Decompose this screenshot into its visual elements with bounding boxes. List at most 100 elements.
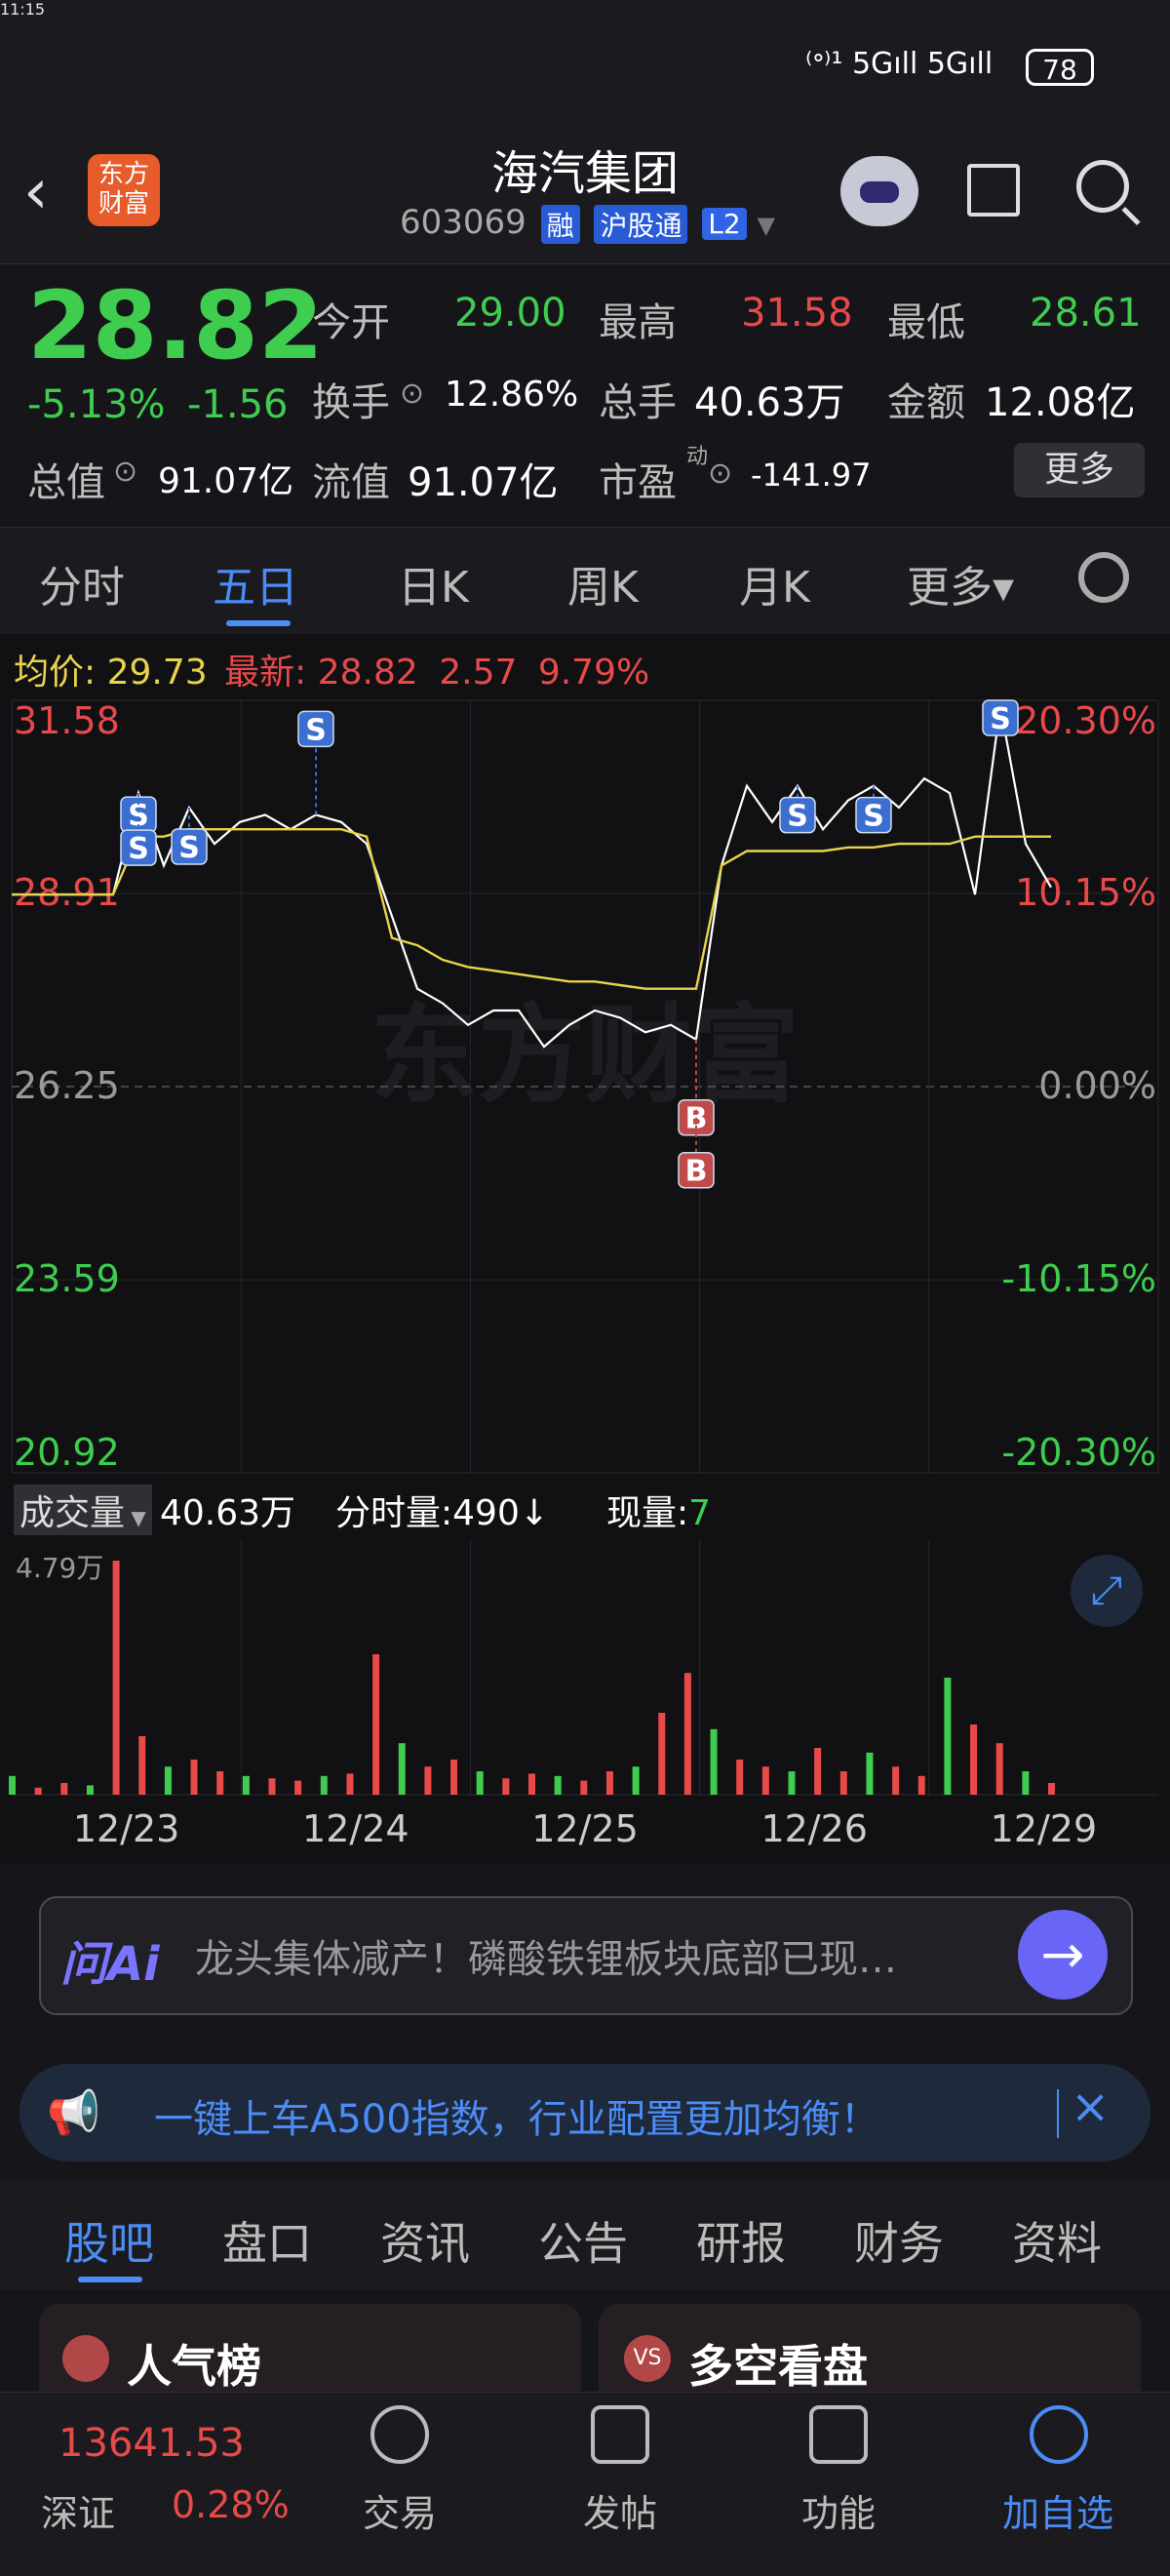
tab-daily-k[interactable]: 日K [398,552,469,614]
grid-icon[interactable] [809,2405,868,2464]
turnover-value: 12.86% [445,375,579,415]
expand-icon[interactable]: ⤢ [1071,1555,1143,1627]
volume-bar [346,1773,354,1795]
nav-post[interactable]: 发帖 [583,2483,657,2537]
vs-icon: VS [624,2335,671,2382]
high-value: 31.58 [741,291,853,336]
tab-guba[interactable]: 股吧 [64,2208,154,2273]
marker-label: S [990,702,1011,736]
volume-bar [86,1785,94,1795]
popularity-title[interactable]: 人气榜 [127,2331,261,2396]
volume-label: 成交量 [20,1493,126,1533]
tab-monthly-k[interactable]: 月K [739,552,810,614]
low-value: 28.61 [1030,291,1142,336]
tab-research[interactable]: 研报 [696,2208,786,2273]
info-icon[interactable]: ⊙ [113,455,137,489]
marker-label: S [128,832,149,866]
more-button[interactable]: 更多 [1014,443,1145,497]
y-tick-left: 26.25 [14,1064,120,1107]
current-price: 28.82 [27,271,324,380]
arrow-right-icon[interactable]: → [1018,1910,1108,2000]
volume-bar [632,1766,640,1795]
volume-bar [450,1760,458,1795]
share-icon[interactable] [967,164,1020,217]
nav-add-watchlist[interactable]: 加自选 [1002,2483,1113,2537]
now-label: 现量: [606,1493,689,1533]
banner-text[interactable]: 一键上车A500指数，行业配置更加均衡！ [154,2087,879,2144]
battery-icon: 78 [1026,49,1094,86]
y-tick-right: 0.00% [1038,1064,1156,1107]
watermark: 东方财富 [370,993,800,1118]
low-label: 最低 [887,300,965,345]
search-icon[interactable] [1076,160,1129,213]
tab-announcements[interactable]: 公告 [538,2208,628,2273]
trade-icon[interactable] [370,2405,429,2464]
status-bar [0,0,1170,137]
volume-bar [1048,1783,1055,1795]
five-day-chart[interactable]: 东方财富 31.58 20.30% 28.91 10.15% 26.25 0.00% 23.… [0,683,1170,1863]
high-label: 最高 [599,300,677,345]
status-time: 11:15 [0,0,46,19]
ai-prompt-text[interactable]: 龙头集体减产！磷酸铁锂板块底部已现… [195,1927,1004,1984]
amount-value: 12.08亿 [985,380,1136,425]
float-value: 91.07亿 [408,460,559,505]
volume-bar [398,1743,406,1795]
y-tick-left: 20.92 [14,1431,120,1474]
volume-bar [372,1654,380,1795]
long-short-title[interactable]: 多空看盘 [688,2331,868,2396]
tab-minute[interactable]: 分时 [39,552,125,614]
tab-more[interactable]: 更多▾ [907,552,1014,614]
add-icon[interactable] [1030,2405,1088,2464]
index-pct[interactable]: 0.28% [172,2483,290,2526]
volume-bar [970,1724,978,1795]
tab-news[interactable]: 资讯 [380,2208,470,2273]
volume-bar [761,1766,769,1795]
chevron-down-icon[interactable]: ▼ [758,212,775,239]
tab-weekly-k[interactable]: 周K [567,552,639,614]
y-tick-right: -20.30% [1001,1431,1156,1474]
marker-label: S [178,831,200,865]
close-icon[interactable]: × [1071,2080,1110,2134]
robot-avatar-icon[interactable] [840,156,918,226]
tag-connect: 沪股通 [594,204,688,244]
edit-icon[interactable] [591,2405,649,2464]
x-tick: 12/25 [531,1807,639,1850]
index-name[interactable]: 深证 [41,2483,115,2537]
info-icon[interactable]: ⊙ [400,376,424,411]
volume-bar [138,1736,146,1795]
index-value[interactable]: 13641.53 [58,2421,245,2466]
now-volume-row: 现量:7 [606,1485,711,1535]
volume-bar [242,1775,250,1795]
volume-selector[interactable]: 成交量 ▼ [14,1485,152,1535]
volume-bar [528,1773,535,1795]
x-tick: 12/29 [991,1807,1098,1850]
megaphone-icon: 📢 [47,2088,100,2138]
tab-profile[interactable]: 资料 [1012,2208,1102,2273]
tag-l2[interactable]: L2 [702,208,747,240]
tab-indicator [226,620,291,626]
float-label: 流值 [312,460,390,505]
nav-functions[interactable]: 功能 [801,2483,876,2537]
tab-orderbook[interactable]: 盘口 [222,2208,312,2273]
now-value: 7 [688,1493,712,1533]
tab-finance[interactable]: 财务 [854,2208,944,2273]
stock-code: 603069 [400,203,526,242]
volume-bar [502,1778,510,1795]
volume-bar [112,1561,120,1795]
tab-five-day[interactable]: 五日 [213,552,298,614]
volume-bar [866,1752,874,1795]
volume-bar [683,1673,691,1795]
mcap-label: 总值 [27,460,105,505]
gear-icon[interactable] [1078,552,1129,603]
tick-value: 490↓ [452,1493,550,1533]
volume-bar [476,1771,484,1795]
info-icon[interactable]: ⊙ [708,456,732,491]
volume-bar [60,1783,68,1795]
pe-label: 市盈 [599,460,677,505]
y-tick-left: 23.59 [14,1257,120,1300]
y-tick-right: 20.30% [1015,699,1156,742]
nav-trade[interactable]: 交易 [363,2483,437,2537]
volume-bar [736,1760,744,1795]
volume-bar [294,1780,302,1795]
y-tick-right: -10.15% [1001,1257,1156,1300]
